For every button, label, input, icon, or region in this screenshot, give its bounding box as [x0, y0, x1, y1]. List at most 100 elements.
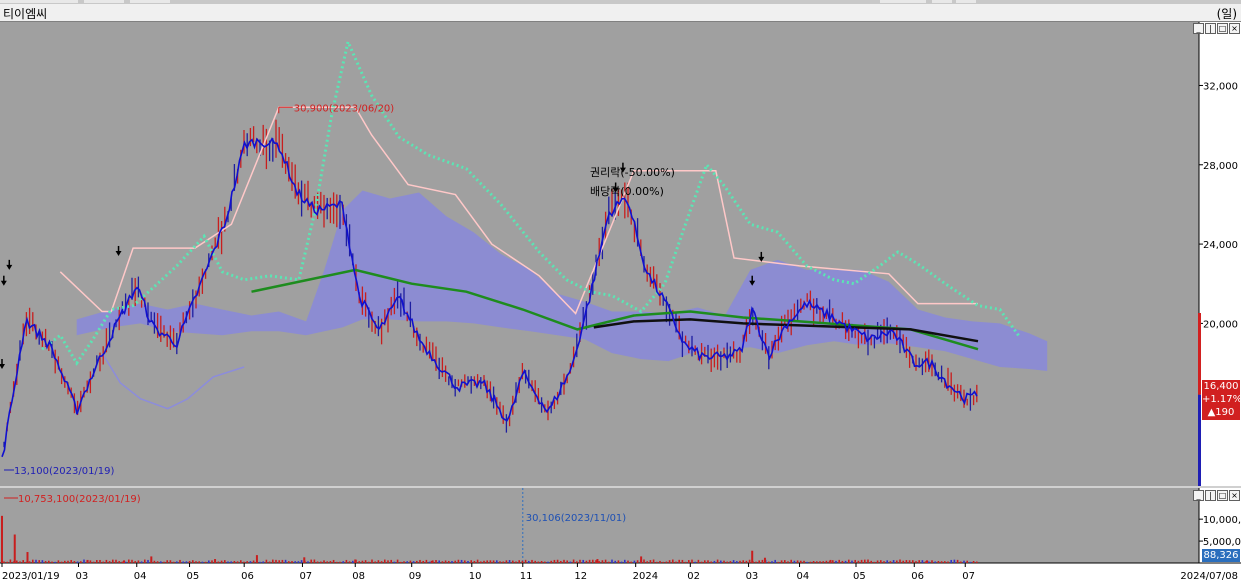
split-volume-button[interactable]: | — [1205, 490, 1216, 501]
volume-bar — [857, 560, 860, 563]
volume-bar — [880, 560, 882, 563]
volume-bar — [118, 561, 120, 563]
volume-bar — [6, 561, 8, 563]
y-tick-label: 20,000 — [1203, 319, 1238, 330]
volume-bar — [835, 560, 837, 563]
cloud-area — [76, 190, 1048, 371]
x-tick-label: 08 — [352, 571, 365, 582]
volume-bar — [636, 560, 639, 563]
volume-bar — [89, 560, 92, 563]
volume-y-tick-label: 5,000,0 — [1203, 537, 1241, 548]
volume-bar — [598, 561, 600, 563]
volume-bar — [886, 560, 888, 563]
event-arrow-head — [6, 264, 13, 270]
volume-bar — [448, 560, 450, 563]
volume-bar — [800, 560, 802, 563]
x-tick-label: 07 — [962, 571, 975, 582]
volume-bar — [921, 560, 924, 563]
volume-bar — [899, 559, 901, 563]
volume-bar — [950, 559, 952, 563]
volume-bar — [796, 560, 799, 563]
volume-bar — [406, 561, 408, 563]
volume-bar — [64, 560, 66, 563]
volume-bar — [697, 559, 700, 563]
volume-bar — [611, 559, 613, 563]
volume-bar — [969, 561, 972, 563]
volume-bar — [160, 561, 162, 563]
volume-bar — [864, 559, 866, 563]
volume-bar — [169, 560, 172, 563]
volume-bar — [486, 560, 488, 563]
volume-bar — [489, 560, 492, 563]
volume-spike-bar — [751, 550, 754, 563]
volume-bar — [358, 561, 360, 563]
volume-bar — [732, 560, 735, 563]
volume-bar — [700, 561, 703, 563]
close-panel-button[interactable]: × — [1229, 23, 1240, 34]
volume-bar — [915, 561, 917, 563]
minimize-panel-button[interactable]: _ — [1193, 23, 1204, 34]
volume-bar — [684, 561, 687, 563]
volume-bar — [537, 561, 540, 563]
volume-bar — [896, 560, 898, 563]
minimize-volume-button[interactable]: _ — [1193, 490, 1204, 501]
volume-bar — [547, 561, 549, 563]
volume-bar — [876, 560, 879, 563]
volume-bar — [102, 561, 104, 563]
volume-bar — [742, 560, 744, 563]
volume-bar — [188, 560, 191, 563]
change-percent: +1.17% — [1202, 394, 1241, 405]
volume-bar — [476, 559, 479, 563]
volume-bar — [531, 559, 533, 563]
volume-bar — [368, 561, 370, 563]
volume-bar — [467, 560, 469, 563]
volume-bar — [131, 559, 133, 563]
volume-bar — [387, 560, 389, 563]
volume-bar — [966, 560, 968, 563]
x-tick-label: 06 — [911, 571, 924, 582]
split-panel-button[interactable]: | — [1205, 23, 1216, 34]
current-price-badge: 16,400 +1.17% ▲190 — [1202, 380, 1241, 420]
volume-bar — [278, 560, 280, 563]
volume-bar — [393, 561, 396, 563]
volume-spike-bar — [1, 515, 3, 563]
volume-bar — [576, 561, 578, 563]
volume-bar — [566, 560, 568, 563]
volume-bar — [713, 560, 716, 563]
volume-bar — [803, 560, 805, 563]
x-tick-label: 09 — [409, 571, 422, 582]
volume-bar — [582, 559, 584, 563]
x-tick-label: 05 — [187, 571, 200, 582]
volume-bar — [908, 560, 911, 563]
volume-bar — [153, 560, 156, 563]
volume-bar — [396, 559, 399, 563]
volume-bar — [198, 561, 200, 563]
close-volume-button[interactable]: × — [1229, 490, 1240, 501]
volume-bar — [726, 561, 728, 563]
volume-bar — [563, 559, 565, 563]
volume-bar — [928, 561, 930, 563]
volume-bar — [460, 559, 463, 563]
volume-bar — [134, 561, 136, 563]
volume-bar — [883, 561, 885, 563]
price-panel-buttons: _ | □ × — [1193, 23, 1240, 34]
volume-bar — [889, 561, 892, 563]
volume-bar — [22, 560, 24, 563]
volume-bar — [528, 560, 530, 563]
volume-bar — [438, 560, 440, 563]
volume-bar — [220, 560, 223, 563]
volume-bar — [121, 561, 124, 563]
change-value: ▲190 — [1207, 407, 1235, 418]
volume-bar — [918, 560, 920, 563]
volume-bar — [691, 559, 693, 563]
volume-bar — [179, 559, 181, 563]
volume-bar — [329, 561, 332, 563]
volume-bar — [515, 561, 517, 563]
volume-bar — [649, 560, 652, 563]
volume-bar — [144, 559, 146, 563]
volume-bar — [281, 559, 284, 563]
maximize-panel-button[interactable]: □ — [1217, 23, 1228, 34]
maximize-volume-button[interactable]: □ — [1217, 490, 1228, 501]
volume-bar — [172, 561, 175, 563]
volume-bar — [848, 559, 850, 563]
